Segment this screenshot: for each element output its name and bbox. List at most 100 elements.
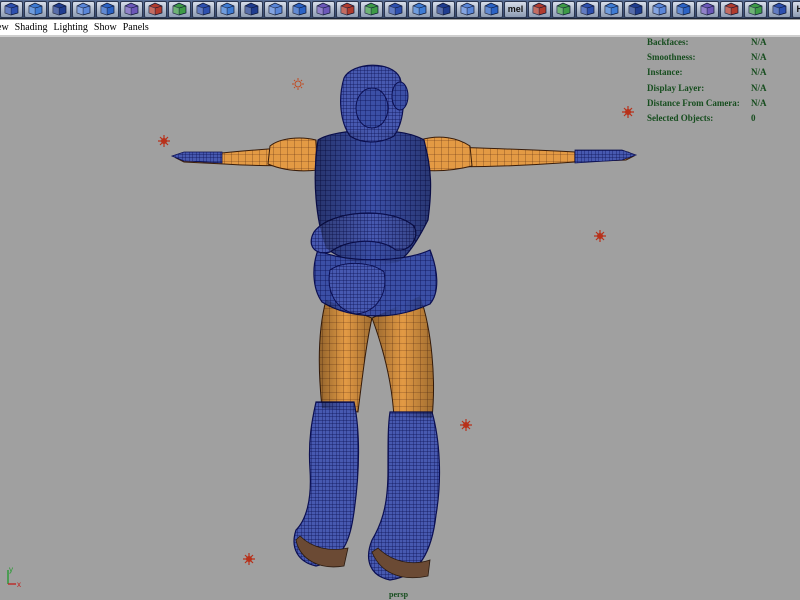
- hud-value: N/A: [751, 67, 767, 78]
- shelf-checker-button[interactable]: [696, 0, 719, 18]
- shelf-extract-button[interactable]: [192, 0, 215, 18]
- wedge-icon: [530, 2, 549, 16]
- separate-icon: [170, 2, 189, 16]
- hud-label: Selected Objects:: [647, 112, 714, 123]
- hud-row: Smoothness: N/A: [647, 52, 797, 67]
- shelf-boolean-button[interactable]: [216, 0, 239, 18]
- shelf-bevel-button[interactable]: [576, 0, 599, 18]
- bevel-icon: [578, 2, 597, 16]
- shelf-history-del-button[interactable]: [744, 0, 767, 18]
- hud-label: Display Layer:: [647, 82, 705, 93]
- shelf-mirror-button[interactable]: [312, 0, 335, 18]
- shelf-cube-4-button[interactable]: [72, 0, 95, 18]
- light-marker-icon[interactable]: [621, 105, 635, 119]
- shelf-extrude-edge-button[interactable]: [360, 0, 383, 18]
- light-marker-icon[interactable]: [291, 77, 305, 91]
- shelf-history-add-button[interactable]: [720, 0, 743, 18]
- light-marker-icon[interactable]: [593, 229, 607, 243]
- menu-show[interactable]: Show: [94, 22, 117, 33]
- shelf-append-button[interactable]: [408, 0, 431, 18]
- shelf-smooth-button[interactable]: [240, 0, 263, 18]
- shelf-plane-button[interactable]: [96, 0, 119, 18]
- checker-icon: [698, 2, 717, 16]
- hud-row: Backfaces: N/A: [647, 37, 797, 52]
- shelf-center-pivot-button[interactable]: [768, 0, 791, 18]
- hud-label: Smoothness:: [647, 52, 696, 63]
- shelf-wedge-button[interactable]: [528, 0, 551, 18]
- polygon-sphere-icon: [26, 2, 45, 16]
- reduce-icon: [266, 2, 285, 16]
- shelf-separate-button[interactable]: [168, 0, 191, 18]
- shelf-toolbar: mel His: [0, 0, 800, 19]
- cut-faces-icon: [482, 2, 501, 16]
- menu-panels[interactable]: Panels: [123, 22, 149, 33]
- uv-editor-icon: [674, 2, 693, 16]
- fill-hole-icon: [458, 2, 477, 16]
- polygon-cylinder-icon: [50, 2, 69, 16]
- shelf-poke-button[interactable]: [552, 0, 575, 18]
- append-icon: [410, 2, 429, 16]
- polygon-plane-icon: [98, 2, 117, 16]
- center-pivot-icon: [770, 2, 789, 16]
- shelf-cube-1-button[interactable]: [0, 0, 23, 18]
- shelf-his-button[interactable]: His: [792, 0, 800, 18]
- shelf-collapse-button[interactable]: [624, 0, 647, 18]
- history-add-icon: [722, 2, 741, 16]
- menu-lighting[interactable]: Lighting: [53, 22, 87, 33]
- polygon-cube-icon: [2, 2, 21, 16]
- hud-row: Display Layer: N/A: [647, 83, 797, 98]
- shelf-cut-face-button[interactable]: [480, 0, 503, 18]
- bridge-icon: [386, 2, 405, 16]
- extract-icon: [194, 2, 213, 16]
- shelf-bridge-button[interactable]: [384, 0, 407, 18]
- menu-view[interactable]: ew: [0, 22, 9, 33]
- shelf-cube-2-button[interactable]: [24, 0, 47, 18]
- combine-icon: [146, 2, 165, 16]
- split-polygon-icon: [434, 2, 453, 16]
- hud-value: 0: [751, 112, 756, 123]
- menu-shading[interactable]: Shading: [15, 22, 48, 33]
- collapse-icon: [626, 2, 645, 16]
- extrude-face-icon: [338, 2, 357, 16]
- history-icon: His: [796, 4, 800, 14]
- shelf-combine-button[interactable]: [144, 0, 167, 18]
- polygon-cone-icon: [74, 2, 93, 16]
- history-delete-icon: [746, 2, 765, 16]
- poke-icon: [554, 2, 573, 16]
- shelf-fill-hole-button[interactable]: [456, 0, 479, 18]
- hud-label: Backfaces:: [647, 37, 689, 47]
- hud-value: N/A: [751, 37, 767, 47]
- sculpt-icon: [290, 2, 309, 16]
- light-marker-icon[interactable]: [242, 552, 256, 566]
- merge-icon: [602, 2, 621, 16]
- smooth-icon: [242, 2, 261, 16]
- hud-row: Distance From Camera: N/A: [647, 98, 797, 113]
- shelf-uv-editor-button[interactable]: [672, 0, 695, 18]
- view-axis-gizmo: y x: [7, 565, 21, 589]
- hud-value: N/A: [751, 82, 767, 93]
- mirror-icon: [314, 2, 333, 16]
- shelf-torus-button[interactable]: [120, 0, 143, 18]
- light-marker-icon[interactable]: [157, 134, 171, 148]
- shelf-sculpt-button[interactable]: [288, 0, 311, 18]
- panel-menu-bar: ew Shading Lighting Show Panels: [0, 20, 800, 37]
- shelf-extrude-face-button[interactable]: [336, 0, 359, 18]
- hud-row: Selected Objects: 0: [647, 113, 797, 128]
- heads-up-display: Backfaces: N/A Smoothness: N/A Instance: N/A D…: [647, 37, 797, 128]
- shelf-merge-button[interactable]: [600, 0, 623, 18]
- shelf-reduce-button[interactable]: [264, 0, 287, 18]
- boolean-icon: [218, 2, 237, 16]
- shelf-uv-planar-button[interactable]: [648, 0, 671, 18]
- axis-y-label: y: [9, 565, 13, 574]
- extrude-edge-icon: [362, 2, 381, 16]
- shelf-mel-button[interactable]: mel: [504, 0, 527, 18]
- hud-value: N/A: [751, 52, 767, 63]
- mel-script-icon: mel: [507, 4, 524, 14]
- camera-name-label: persp: [389, 590, 409, 599]
- shelf-split-button[interactable]: [432, 0, 455, 18]
- uv-planar-icon: [650, 2, 669, 16]
- polygon-torus-icon: [122, 2, 141, 16]
- shelf-cube-3-button[interactable]: [48, 0, 71, 18]
- hud-label: Instance:: [647, 67, 683, 78]
- light-marker-icon[interactable]: [459, 418, 473, 432]
